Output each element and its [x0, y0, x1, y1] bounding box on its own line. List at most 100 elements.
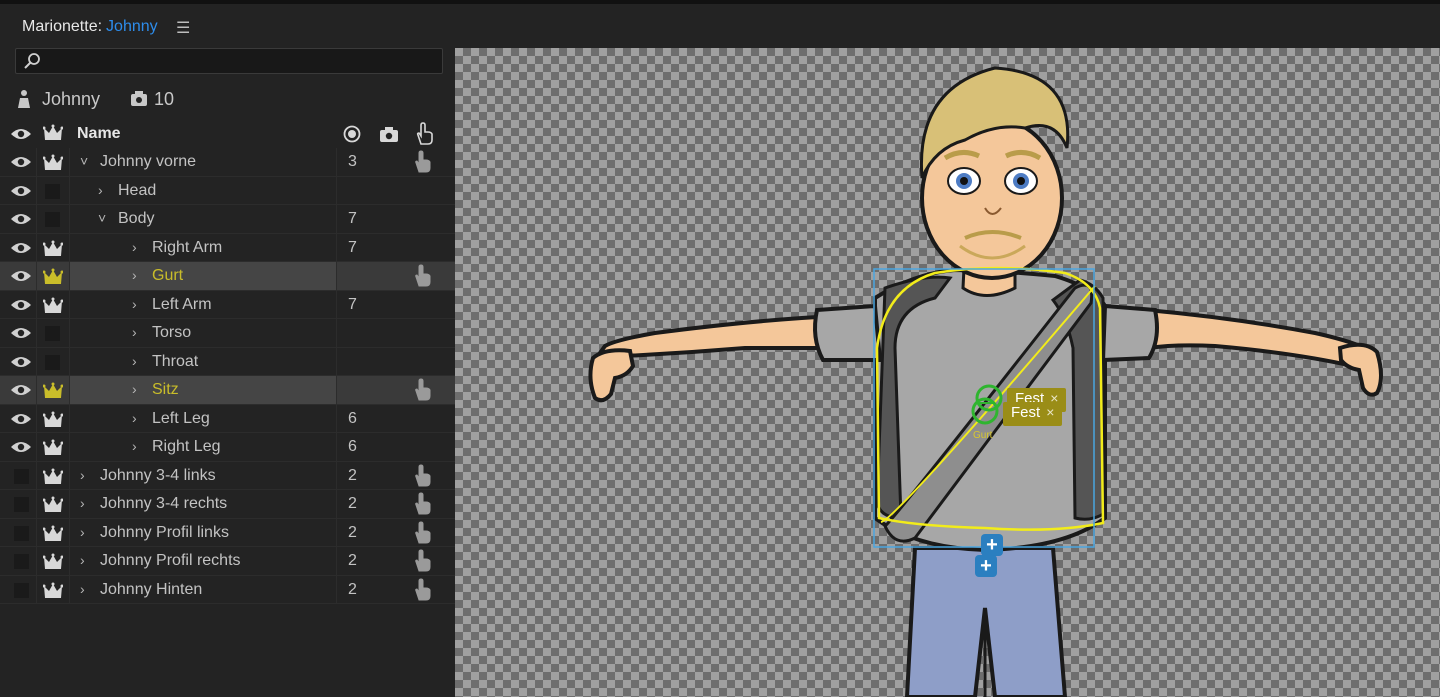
puppet-name-link[interactable]: Johnny	[106, 18, 158, 35]
visibility-cell[interactable]	[6, 461, 37, 490]
origin-cell[interactable]	[37, 404, 70, 433]
layer-row[interactable]: › Johnny Profil rechts 2	[0, 547, 455, 576]
crown-icon[interactable]	[42, 154, 64, 177]
layer-name-cell[interactable]: ˅ Johnny vorne	[70, 148, 337, 176]
origin-cell[interactable]	[37, 518, 70, 547]
chevron-icon[interactable]: ˅	[98, 210, 106, 226]
scene-canvas[interactable]: Fest × Fest × Gurt + +	[455, 48, 1440, 697]
hand-icon[interactable]	[413, 577, 433, 607]
chevron-icon[interactable]: ›	[132, 353, 137, 369]
origin-cell[interactable]	[37, 148, 70, 176]
eye-icon[interactable]	[10, 382, 32, 403]
chevron-icon[interactable]: ›	[132, 239, 137, 255]
visibility-toggle[interactable]	[14, 468, 29, 484]
hamburger-icon[interactable]: ☰	[176, 18, 190, 38]
record-column-icon[interactable]	[343, 125, 361, 143]
layer-row[interactable]: › Left Arm 7	[0, 290, 455, 320]
crown-icon[interactable]	[42, 240, 64, 263]
layer-row[interactable]: › Torso	[0, 319, 455, 348]
layer-name-cell[interactable]: › Left Arm	[70, 290, 337, 319]
chevron-icon[interactable]: ›	[132, 410, 137, 426]
layer-name-cell[interactable]: › Johnny Hinten	[70, 575, 337, 604]
origin-cell[interactable]	[37, 319, 70, 347]
crown-toggle[interactable]	[45, 183, 60, 199]
chevron-icon[interactable]: ˅	[80, 153, 88, 169]
hand-icon[interactable]	[413, 150, 433, 179]
visibility-cell[interactable]	[6, 490, 37, 518]
layer-row[interactable]: › Johnny Hinten 2	[0, 575, 455, 607]
chevron-icon[interactable]: ›	[80, 467, 85, 483]
origin-cell[interactable]	[37, 461, 70, 490]
hand-icon[interactable]	[413, 378, 433, 407]
visibility-cell[interactable]	[6, 148, 37, 176]
chevron-icon[interactable]: ›	[80, 495, 85, 511]
handle-tag-close-icon[interactable]: ×	[1046, 404, 1054, 420]
visibility-cell[interactable]	[6, 547, 37, 575]
hand-icon[interactable]	[413, 549, 433, 578]
layer-name-cell[interactable]: › Johnny Profil rechts	[70, 547, 337, 575]
origin-cell[interactable]	[37, 233, 70, 263]
visibility-toggle[interactable]	[14, 525, 29, 541]
crown-icon[interactable]	[42, 553, 64, 576]
layer-name-cell[interactable]: › Right Leg	[70, 433, 337, 461]
layer-row[interactable]: › Throat	[0, 347, 455, 376]
hand-icon[interactable]	[413, 264, 433, 293]
layer-name-cell[interactable]: › Johnny Profil links	[70, 518, 337, 547]
chevron-icon[interactable]: ›	[132, 324, 137, 340]
crown-icon[interactable]	[42, 496, 64, 519]
visibility-toggle[interactable]	[14, 554, 29, 569]
origin-cell[interactable]	[37, 376, 70, 404]
chevron-icon[interactable]: ›	[132, 267, 137, 283]
visibility-cell[interactable]	[6, 376, 37, 404]
eye-icon[interactable]	[10, 154, 32, 175]
chevron-icon[interactable]: ›	[80, 581, 85, 597]
hand-icon[interactable]	[413, 492, 433, 521]
eye-icon[interactable]	[10, 411, 32, 432]
layer-row[interactable]: › Head	[0, 176, 455, 205]
eye-icon[interactable]	[10, 211, 32, 232]
layer-name-cell[interactable]: › Torso	[70, 319, 337, 347]
origin-cell[interactable]	[37, 547, 70, 575]
crown-toggle[interactable]	[45, 212, 60, 227]
eye-icon[interactable]	[10, 183, 32, 204]
hand-icon[interactable]	[413, 463, 433, 493]
visibility-toggle[interactable]	[14, 582, 29, 598]
layer-name-cell[interactable]: › Throat	[70, 347, 337, 376]
chevron-icon[interactable]: ›	[132, 438, 137, 454]
eye-icon[interactable]	[10, 297, 32, 318]
origin-cell[interactable]	[37, 347, 70, 376]
crown-icon[interactable]	[42, 582, 64, 605]
crown-icon[interactable]	[42, 297, 64, 320]
visibility-cell[interactable]	[6, 205, 37, 233]
visibility-cell[interactable]	[6, 319, 37, 347]
origin-cell[interactable]	[37, 176, 70, 205]
add-handle-button[interactable]: +	[981, 534, 1003, 556]
camera-column-icon[interactable]	[379, 126, 399, 143]
crown-toggle[interactable]	[45, 326, 60, 341]
layer-name-cell[interactable]: › Left Leg	[70, 404, 337, 433]
crown-column-icon[interactable]	[43, 124, 63, 142]
layer-row[interactable]: › Sitz	[0, 376, 455, 405]
layer-row[interactable]: › Johnny 3-4 rechts 2	[0, 490, 455, 519]
visibility-cell[interactable]	[6, 176, 37, 205]
layer-name-cell[interactable]: › Gurt	[70, 262, 337, 290]
layer-row[interactable]: › Johnny Profil links 2	[0, 518, 455, 550]
visibility-cell[interactable]	[6, 290, 37, 319]
eye-icon[interactable]	[10, 354, 32, 375]
visibility-cell[interactable]	[6, 262, 37, 290]
origin-cell[interactable]	[37, 262, 70, 290]
hand-icon[interactable]	[413, 520, 433, 550]
layer-name-cell[interactable]: › Johnny 3-4 rechts	[70, 490, 337, 518]
crown-icon[interactable]	[42, 268, 64, 291]
chevron-icon[interactable]: ›	[80, 552, 85, 568]
eye-icon[interactable]	[10, 240, 32, 261]
handle-tag-fest[interactable]: Fest ×	[1003, 402, 1063, 426]
layer-name-cell[interactable]: ˅ Body	[70, 205, 337, 233]
chevron-icon[interactable]: ›	[132, 296, 137, 312]
add-handle-button[interactable]: +	[975, 555, 997, 577]
crown-toggle[interactable]	[45, 354, 60, 370]
visibility-cell[interactable]	[6, 404, 37, 433]
layer-row[interactable]: › Right Arm 7	[0, 233, 455, 263]
visibility-cell[interactable]	[6, 518, 37, 547]
layer-name-cell[interactable]: › Johnny 3-4 links	[70, 461, 337, 490]
